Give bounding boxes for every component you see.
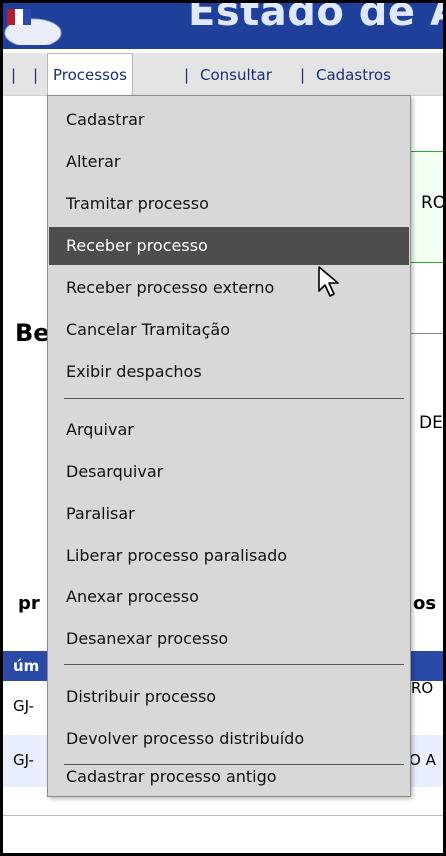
menu-item-alterar[interactable]: Alterar [49,143,409,181]
list-heading-start: pr [18,593,40,614]
mouse-pointer-icon [318,266,339,297]
table-cell-desc: O A [409,751,436,769]
browser-viewport: Estado de A | | | Consultar | Cadastros … [0,0,446,856]
menu-item-receber-processo-externo[interactable]: Receber processo externo [49,269,409,307]
menu-item-tramitar-processo[interactable]: Tramitar processo [49,185,409,223]
menu-item-desarquivar[interactable]: Desarquivar [49,453,409,491]
nav-item-cadastros[interactable]: Cadastros [316,66,391,84]
menu-item-cancelar-tramitacao[interactable]: Cancelar Tramitação [49,311,409,349]
divider-line [3,815,443,816]
site-title: Estado de A [188,3,443,35]
nav-separator: | [33,66,39,84]
table-cell-desc: RO [411,679,434,697]
list-heading-end: os [413,593,437,614]
menu-item-devolver-processo-distribuido[interactable]: Devolver processo distribuído [49,720,409,758]
menu-item-paralisar[interactable]: Paralisar [49,495,409,533]
nav-item-processos[interactable]: Processos [47,53,133,95]
site-header: Estado de A [3,3,443,49]
menu-item-distribuir-processo[interactable]: Distribuir processo [49,678,409,716]
menu-item-receber-processo[interactable]: Receber processo [49,227,409,265]
menu-item-exibir-despachos[interactable]: Exibir despachos [49,353,409,391]
table-cell-number: GJ- [13,697,34,715]
nav-separator: | [184,66,190,84]
nav-item-consultar[interactable]: Consultar [200,66,272,84]
menu-divider [64,398,404,399]
menu-item-cadastrar[interactable]: Cadastrar [49,101,409,139]
table-header-label: úm [13,657,40,675]
menu-item-cadastrar-processo-antigo[interactable]: Cadastrar processo antigo [49,758,409,796]
nav-separator: | [11,66,17,84]
nav-separator: | [300,66,306,84]
logo-emblem [3,3,63,45]
menu-item-desanexar-processo[interactable]: Desanexar processo [49,620,409,658]
menu-item-arquivar[interactable]: Arquivar [49,411,409,449]
table-cell-number: GJ- [13,751,34,769]
menu-item-anexar-processo[interactable]: Anexar processo [49,578,409,616]
section-heading: Be [15,319,50,347]
processos-dropdown-menu: Cadastrar Alterar Tramitar processo Rece… [47,95,411,797]
section-text: DE [419,413,443,433]
menu-item-liberar-processo-paralisado[interactable]: Liberar processo paralisado [49,537,409,575]
info-box-text: RO [421,193,446,213]
menu-divider [64,664,404,665]
